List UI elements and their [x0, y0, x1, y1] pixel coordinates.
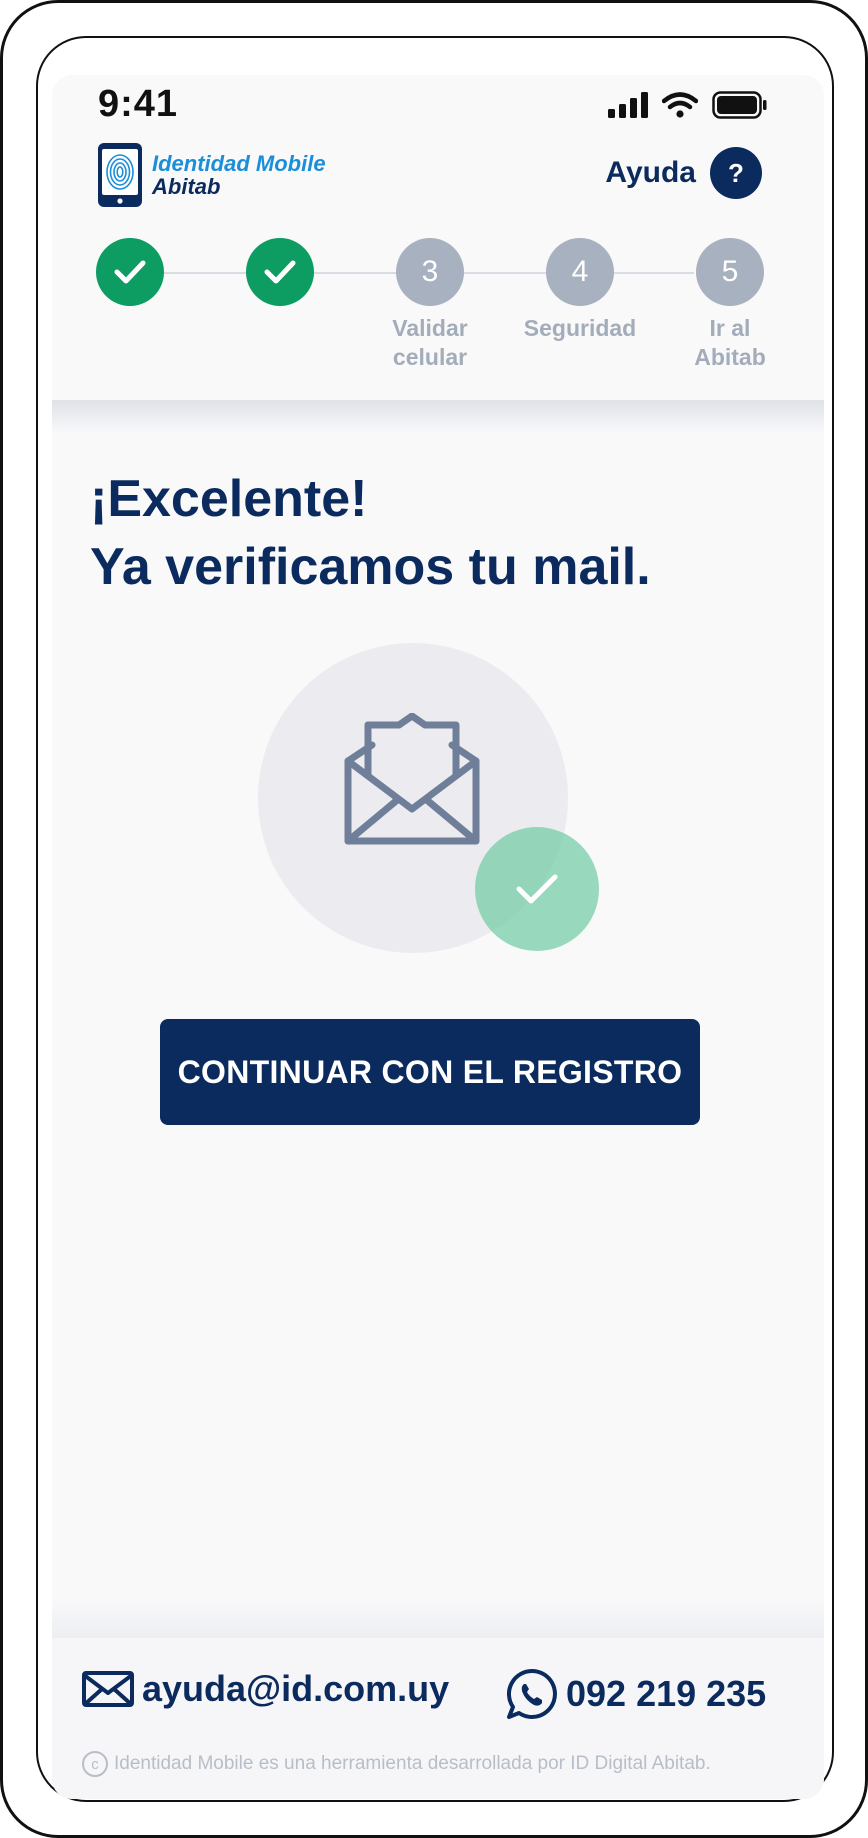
copyright-text: Identidad Mobile es una herramienta desa…: [114, 1753, 711, 1774]
check-icon: [114, 260, 146, 284]
envelope-open-icon: [344, 713, 480, 845]
check-icon: [264, 260, 296, 284]
step-4-label-line1: Seguridad: [523, 315, 637, 341]
step-2-completed: [246, 238, 314, 306]
whatsapp-icon: [507, 1668, 557, 1719]
cellular-signal-icon: [608, 92, 648, 118]
registration-stepper: 3 Validar celular 4 Seguridad 5 Ir al Ab…: [52, 238, 824, 408]
page-title: ¡Excelente! Ya verificamos tu mail.: [90, 465, 651, 601]
help-button[interactable]: ?: [710, 147, 762, 199]
step-3-number: 3: [396, 238, 464, 306]
step-4-label: Seguridad: [515, 314, 645, 343]
wifi-icon: [662, 92, 698, 118]
footer: ayuda@id.com.uy 092 219 235 c Identidad …: [52, 1638, 824, 1799]
logo-phone-fingerprint-icon: [98, 143, 142, 207]
email-contact-link[interactable]: ayuda@id.com.uy: [82, 1668, 449, 1710]
footer-shadow: [52, 1598, 824, 1638]
step-4-number: 4: [546, 238, 614, 306]
step-5-label-line2: Abitab: [694, 344, 766, 370]
copyright-icon: c: [82, 1751, 108, 1777]
phone-screen: 9:41 Identidad Mobile Abitab Ayuda ? 3 V…: [52, 75, 824, 1799]
email-address[interactable]: ayuda@id.com.uy: [142, 1668, 449, 1710]
status-icons: [608, 91, 768, 119]
step-5-number: 5: [696, 238, 764, 306]
step-3-label: Validar celular: [365, 314, 495, 372]
help-link[interactable]: Ayuda ?: [605, 147, 762, 199]
copyright-notice: c Identidad Mobile es una herramienta de…: [82, 1751, 711, 1777]
logo-text-line1: Identidad Mobile: [152, 151, 326, 176]
help-label[interactable]: Ayuda: [605, 156, 696, 190]
step-1-completed: [96, 238, 164, 306]
step-5-label-line1: Ir al: [709, 315, 751, 341]
step-5-label: Ir al Abitab: [665, 314, 795, 372]
status-time: 9:41: [98, 83, 179, 125]
mail-icon: [82, 1671, 134, 1707]
battery-icon: [712, 91, 767, 119]
phone-number[interactable]: 092 219 235: [566, 1673, 766, 1715]
logo-text-line2: Abitab: [152, 174, 221, 199]
page-title-line2: Ya verificamos tu mail.: [90, 538, 651, 596]
continue-registration-button[interactable]: CONTINUAR CON EL REGISTRO: [160, 1019, 700, 1125]
whatsapp-contact-link[interactable]: 092 219 235: [506, 1668, 766, 1720]
success-check-badge: [475, 827, 599, 951]
check-icon: [516, 874, 558, 904]
step-3-label-line2: celular: [392, 344, 468, 370]
identidad-mobile-logo: Identidad Mobile Abitab: [96, 141, 326, 209]
page-title-line1: ¡Excelente!: [90, 470, 368, 528]
step-3-label-line1: Validar: [392, 315, 468, 341]
header-divider-shadow: [52, 400, 824, 434]
